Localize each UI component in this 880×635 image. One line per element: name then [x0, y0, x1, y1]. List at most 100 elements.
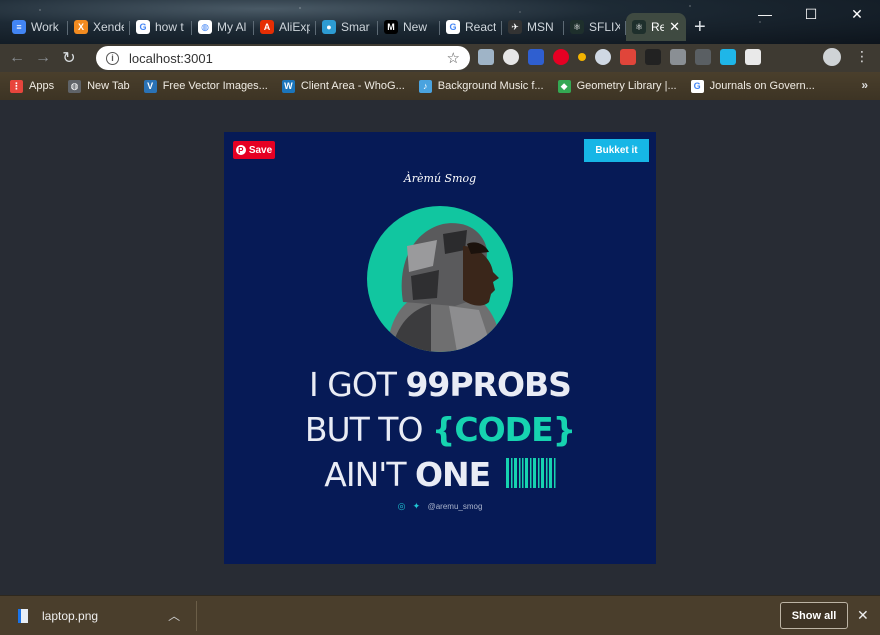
new-tab-plus-icon[interactable]: + — [694, 17, 706, 37]
address-bar[interactable]: i localhost:3001 ☆ — [96, 46, 470, 70]
twitter-icon[interactable]: ✦ — [413, 502, 422, 511]
tab-6[interactable]: M New — [378, 13, 440, 41]
social-handles: ◎ ✦ @aremu_smog — [224, 502, 656, 512]
bookmark-4[interactable]: ♪ Background Music f... — [418, 79, 544, 93]
extension-ring-icon[interactable] — [595, 49, 611, 65]
page-content: P Save Bukket it Àrèmú Smog I GOT 99PROB… — [0, 100, 880, 595]
address-url[interactable]: localhost:3001 — [129, 51, 213, 66]
show-all-button[interactable]: Show all — [780, 602, 848, 629]
poster-card: P Save Bukket it Àrèmú Smog I GOT 99PROB… — [224, 132, 656, 564]
google-maps-icon: ◆ — [557, 79, 571, 93]
avatar — [367, 206, 513, 352]
globe-icon: ◍ — [198, 20, 212, 34]
react-icon: ⚛ — [570, 20, 584, 34]
extension-page-icon[interactable] — [745, 49, 761, 65]
vector-icon: V — [143, 79, 157, 93]
apps-grid-icon: ⋮ — [10, 79, 23, 93]
back-arrow-icon[interactable]: ← — [4, 49, 30, 67]
headline-line-3: AIN'T ONE — [224, 455, 656, 494]
music-icon: ♪ — [418, 79, 432, 93]
tab-9[interactable]: ⚛ SFLIX — [564, 13, 626, 41]
close-icon[interactable]: ✕ — [857, 607, 869, 624]
social-handle: @aremu_smog — [427, 502, 483, 511]
tab-10[interactable]: ⚛ Re ✕ — [626, 13, 686, 41]
profile-avatar-icon[interactable] — [823, 48, 841, 66]
chevron-up-icon[interactable]: ︿ — [168, 607, 180, 624]
bookmark-2[interactable]: V Free Vector Images... — [143, 79, 268, 93]
info-icon[interactable]: i — [106, 51, 119, 65]
tab-4[interactable]: A AliExp — [254, 13, 316, 41]
bookmark-label: Free Vector Images... — [162, 80, 268, 92]
menu-dots-icon[interactable]: ⋮ — [855, 48, 869, 65]
headline-line-1-thin: I GOT — [309, 365, 406, 404]
extension-pinterest-icon[interactable] — [553, 49, 569, 65]
download-shelf: laptop.png ︿ Show all ✕ — [0, 595, 880, 635]
portrait-image — [387, 223, 503, 352]
download-filename[interactable]: laptop.png — [42, 609, 98, 623]
tab-label: Xende — [93, 20, 124, 34]
shelf-divider — [196, 600, 198, 631]
aliexpress-icon: A — [260, 20, 274, 34]
bookmark-label: Apps — [29, 80, 55, 92]
tab-3[interactable]: ◍ My Al — [192, 13, 254, 41]
bookmark-label: Background Music f... — [437, 80, 544, 92]
extension-reader-icon[interactable] — [478, 49, 494, 65]
close-window-button[interactable]: ✕ — [834, 6, 880, 23]
medium-icon: M — [384, 20, 398, 34]
tab-label: AliExp — [279, 20, 310, 34]
signature: Àrèmú Smog — [403, 172, 477, 185]
pinterest-save-button[interactable]: P Save — [233, 141, 275, 159]
google-icon: G — [446, 20, 460, 34]
extension-cube-icon[interactable] — [645, 49, 661, 65]
globe-icon: ◍ — [68, 79, 82, 93]
bookmark-label: Client Area - WhoG... — [300, 80, 405, 92]
bookmark-label: Geometry Library |... — [576, 80, 677, 92]
docs-icon: ≡ — [12, 20, 26, 34]
reload-icon[interactable]: ↻ — [56, 48, 82, 68]
bookmark-1[interactable]: ◍ New Tab — [68, 79, 130, 93]
headline-line-2: BUT TO {CODE} — [224, 410, 656, 449]
barcode-icon — [505, 458, 556, 488]
tab-0[interactable]: ≡ Work — [6, 13, 68, 41]
bookmark-star-icon[interactable]: ☆ — [447, 49, 460, 67]
tabs: ≡ Work X Xende Ghow t ◍ My Al A AliExp ● Smar M New G… — [6, 12, 706, 42]
extension-arrow-icon[interactable] — [695, 49, 711, 65]
tab-label: React — [465, 20, 496, 34]
tab-label: Re — [651, 20, 665, 34]
tab-2[interactable]: Ghow t — [130, 13, 192, 41]
tab-1[interactable]: X Xende — [68, 13, 130, 41]
extension-clock-icon[interactable] — [503, 49, 519, 65]
tab-label: MSN — [527, 20, 554, 34]
bookmarks-bar: ⋮ Apps ◍ New Tab V Free Vector Images... W Clie… — [0, 72, 880, 100]
extensions-bar — [478, 49, 761, 65]
instagram-icon[interactable]: ◎ — [398, 502, 407, 511]
headline-line-2-code: {CODE} — [431, 410, 576, 449]
minimize-button[interactable]: — — [742, 6, 788, 23]
extension-shield-icon[interactable] — [528, 49, 544, 65]
extension-dot-icon[interactable] — [578, 53, 586, 61]
tab-label: SFLIX — [589, 20, 620, 34]
bookmark-5[interactable]: ◆ Geometry Library |... — [557, 79, 677, 93]
headline-line-3-bold: ONE — [415, 455, 491, 494]
download-item[interactable]: laptop.png — [18, 608, 98, 623]
bookmark-3[interactable]: W Client Area - WhoG... — [281, 79, 405, 93]
tab-close-icon[interactable]: ✕ — [669, 19, 680, 35]
headline-line-1-bold: 99PROBS — [405, 365, 571, 404]
extension-v-icon[interactable] — [670, 49, 686, 65]
google-icon: G — [690, 79, 704, 93]
bukket-it-button[interactable]: Bukket it — [584, 139, 649, 162]
tab-8[interactable]: ✈ MSN — [502, 13, 564, 41]
tab-label: Smar — [341, 20, 370, 34]
tab-5[interactable]: ● Smar — [316, 13, 378, 41]
maximize-button[interactable]: ☐ — [788, 6, 834, 23]
bookmark-6[interactable]: G Journals on Govern... — [690, 79, 815, 93]
tab-strip: ≡ Work X Xende Ghow t ◍ My Al A AliExp ● Smar M New G… — [0, 0, 880, 44]
tab-7[interactable]: G React — [440, 13, 502, 41]
extension-robot-icon[interactable] — [620, 49, 636, 65]
headline-line-3-thin: AIN'T — [324, 455, 415, 494]
extension-pocket-icon[interactable] — [720, 49, 736, 65]
more-bookmarks-icon[interactable]: » — [861, 78, 868, 92]
forward-arrow-icon[interactable]: → — [30, 49, 56, 67]
bookmark-0[interactable]: ⋮ Apps — [10, 79, 55, 93]
bookmark-label: New Tab — [87, 80, 130, 92]
